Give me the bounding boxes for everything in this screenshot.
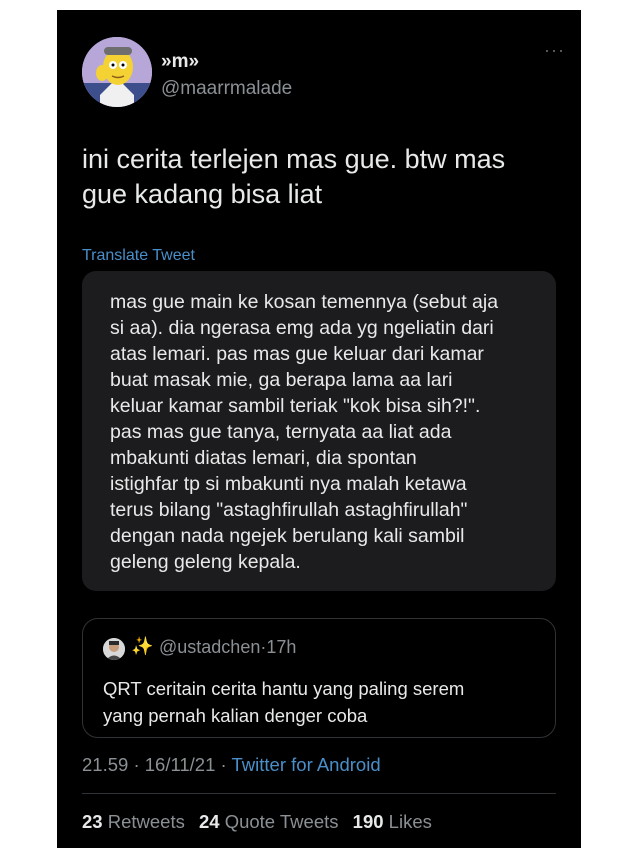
retweets-stat[interactable]: 23 Retweets bbox=[82, 811, 185, 832]
sparkle-icon: ✨ bbox=[131, 636, 154, 656]
quote-tweets-stat[interactable]: 24 Quote Tweets bbox=[199, 811, 339, 832]
tweet-card: »m» @maarrmalade ··· ini cerita terlejen… bbox=[57, 10, 581, 848]
tweet-date[interactable]: 16/11/21 bbox=[145, 754, 216, 775]
retweets-count: 23 bbox=[82, 811, 103, 832]
quoted-meta: @ustadchen·17h bbox=[159, 637, 296, 658]
divider bbox=[82, 793, 556, 794]
meta-separator: · bbox=[220, 754, 227, 775]
likes-count: 190 bbox=[352, 811, 384, 832]
retweets-label: Retweets bbox=[107, 811, 185, 832]
quote-tweets-label: Quote Tweets bbox=[224, 811, 339, 832]
avatar-illustration bbox=[82, 37, 152, 107]
tweet-meta: 21.59 · 16/11/21 · Twitter for Android bbox=[82, 754, 381, 776]
quoted-handle[interactable]: @ustadchen bbox=[159, 637, 260, 657]
quoted-tweet[interactable]: ✨ @ustadchen·17h QRT ceritain cerita han… bbox=[82, 618, 556, 738]
engagement-stats: 23 Retweets 24 Quote Tweets 190 Likes bbox=[82, 811, 441, 833]
quoted-time: 17h bbox=[266, 637, 297, 657]
translate-tweet-link[interactable]: Translate Tweet bbox=[82, 247, 195, 265]
tweet-text: ini cerita terlejen mas gue. btw mas gue… bbox=[82, 144, 506, 209]
quote-tweets-count: 24 bbox=[198, 811, 220, 832]
more-options-icon[interactable]: ··· bbox=[544, 40, 565, 61]
media-text: mas gue main ke kosan temennya (sebut aj… bbox=[110, 291, 499, 573]
quoted-text: QRT ceritain cerita hantu yang paling se… bbox=[103, 678, 465, 726]
author-handle[interactable]: @maarrmalade bbox=[161, 78, 292, 100]
meta-separator: · bbox=[133, 754, 140, 775]
quoted-author-avatar bbox=[103, 638, 125, 660]
media-image[interactable]: mas gue main ke kosan temennya (sebut aj… bbox=[82, 271, 556, 591]
quoted-avatar-illustration bbox=[103, 638, 125, 660]
tweet-time[interactable]: 21.59 bbox=[82, 754, 128, 775]
author-display-name[interactable]: »m» bbox=[161, 51, 199, 73]
likes-label: Likes bbox=[388, 811, 432, 832]
likes-stat[interactable]: 190 Likes bbox=[353, 811, 432, 832]
author-avatar[interactable] bbox=[82, 37, 152, 107]
tweet-source-link[interactable]: Twitter for Android bbox=[232, 754, 381, 775]
